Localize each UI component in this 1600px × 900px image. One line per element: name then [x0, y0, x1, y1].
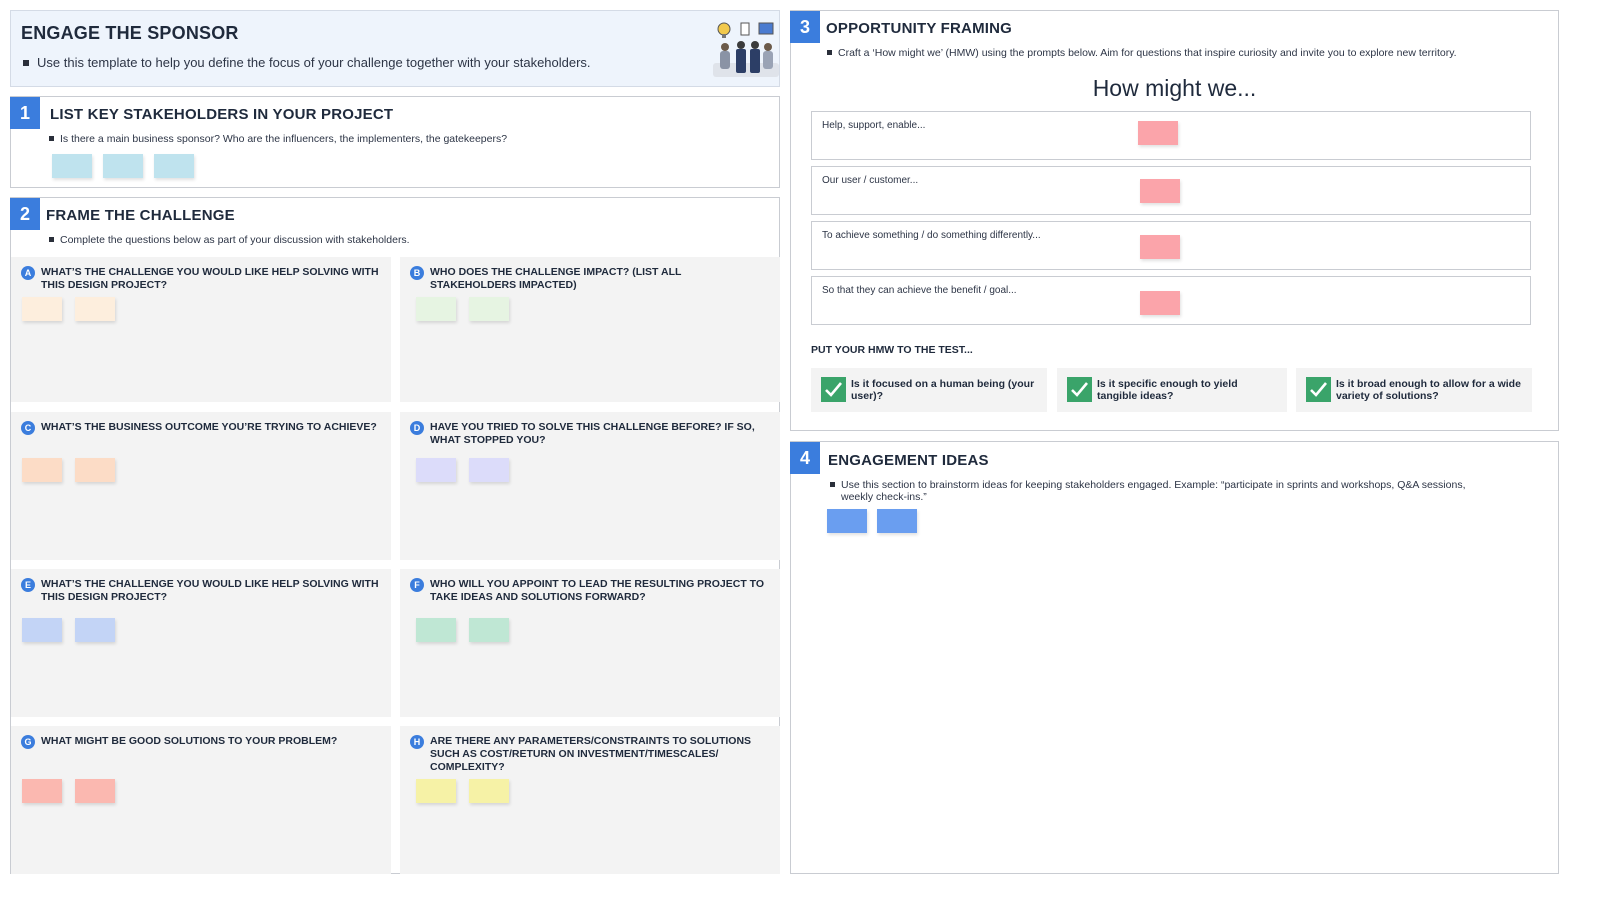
section-prompt-text: Complete the questions below as part of … [60, 234, 410, 246]
header-banner: ENGAGE THE SPONSOR Use this template to … [10, 10, 780, 87]
section-prompt: Use this section to brainstorm ideas for… [830, 479, 1470, 503]
sticky-note[interactable] [469, 779, 509, 803]
section-number-badge: 3 [790, 11, 820, 43]
checkmark-icon[interactable] [821, 377, 846, 402]
hmw-prompt-row: To achieve something / do something diff… [811, 221, 1531, 270]
question-text: WHAT’S THE BUSINESS OUTCOME YOU’RE TRYIN… [41, 421, 377, 433]
sticky-note[interactable] [827, 509, 867, 533]
sticky-note[interactable] [75, 297, 115, 321]
sticky-note[interactable] [22, 618, 62, 642]
sticky-note[interactable] [1140, 235, 1180, 259]
hmw-prompt-label: Our user / customer... [822, 175, 919, 186]
hmw-test-title: PUT YOUR HMW TO THE TEST... [811, 344, 973, 356]
frame-challenge-section: 2 FRAME THE CHALLENGE Complete the quest… [10, 197, 780, 874]
sticky-note[interactable] [416, 297, 456, 321]
checkmark-icon[interactable] [1306, 377, 1331, 402]
question-text: ARE THERE ANY PARAMETERS/CONSTRAINTS TO … [430, 735, 752, 773]
section-title: ENGAGEMENT IDEAS [828, 452, 989, 469]
question-card-h: H ARE THERE ANY PARAMETERS/CONSTRAINTS T… [400, 726, 780, 874]
hmw-test-card: Is it broad enough to allow for a wide v… [1296, 368, 1532, 412]
question-text: WHO DOES THE CHALLENGE IMPACT? (LIST ALL… [430, 266, 682, 291]
sticky-note[interactable] [52, 154, 92, 178]
sticky-note[interactable] [1140, 179, 1180, 203]
page-title: ENGAGE THE SPONSOR [21, 23, 239, 43]
bullet-icon [827, 50, 832, 55]
sticky-note[interactable] [469, 297, 509, 321]
question-letter-badge: G [21, 735, 35, 749]
section-title: FRAME THE CHALLENGE [46, 207, 235, 224]
hmw-prompt-row: So that they can achieve the benefit / g… [811, 276, 1531, 325]
hmw-heading: How might we... [1092, 75, 1257, 101]
sticky-note[interactable] [103, 154, 143, 178]
bullet-icon [49, 136, 54, 141]
hmw-prompt-row: Help, support, enable... [811, 111, 1531, 160]
sticky-note[interactable] [1138, 121, 1178, 145]
question-letter-badge: C [21, 421, 35, 435]
question-card-e: E WHAT’S THE CHALLENGE YOU WOULD LIKE HE… [11, 569, 391, 717]
section-prompt-text: Is there a main business sponsor? Who ar… [60, 133, 508, 145]
engagement-ideas-section: 4 ENGAGEMENT IDEAS Use this section to b… [790, 441, 1559, 874]
question-letter-badge: H [410, 735, 424, 749]
section-prompt-text: Use this section to brainstorm ideas for… [841, 479, 1466, 503]
section-prompt-text: Craft a ‘How might we’ (HMW) using the p… [838, 47, 1457, 59]
hmw-test-card: Is it specific enough to yield tangible … [1057, 368, 1287, 412]
section-number-badge: 1 [10, 97, 40, 129]
sticky-note[interactable] [877, 509, 917, 533]
section-number-badge: 4 [790, 442, 820, 474]
hmw-test-text: Is it specific enough to yield tangible … [1097, 378, 1238, 402]
sticky-note[interactable] [416, 618, 456, 642]
question-letter-badge: E [21, 578, 35, 592]
sticky-note[interactable] [75, 458, 115, 482]
sticky-note[interactable] [154, 154, 194, 178]
sticky-note[interactable] [75, 779, 115, 803]
question-letter-badge: F [410, 578, 424, 592]
question-text: WHAT’S THE CHALLENGE YOU WOULD LIKE HELP… [41, 578, 379, 603]
hmw-prompt-label: Help, support, enable... [822, 120, 926, 131]
sticky-note[interactable] [22, 297, 62, 321]
hmw-test-text: Is it focused on a human being (your use… [851, 378, 1035, 402]
question-card-f: F WHO WILL YOU APPOINT TO LEAD THE RESUL… [400, 569, 780, 717]
bullet-icon [49, 237, 54, 242]
page-subtitle: Use this template to help you define the… [23, 55, 591, 70]
question-text: WHAT MIGHT BE GOOD SOLUTIONS TO YOUR PRO… [41, 735, 338, 747]
section-prompt: Is there a main business sponsor? Who ar… [49, 133, 507, 145]
sticky-note[interactable] [416, 458, 456, 482]
sticky-note[interactable] [416, 779, 456, 803]
bullet-icon [23, 59, 29, 66]
sticky-note[interactable] [469, 618, 509, 642]
checkmark-icon[interactable] [1067, 377, 1092, 402]
question-letter-badge: D [410, 421, 424, 435]
sticky-note[interactable] [22, 458, 62, 482]
stakeholders-section: 1 LIST KEY STAKEHOLDERS IN YOUR PROJECT … [10, 96, 780, 188]
question-card-g: G WHAT MIGHT BE GOOD SOLUTIONS TO YOUR P… [11, 726, 391, 874]
sticky-note[interactable] [75, 618, 115, 642]
section-prompt: Craft a ‘How might we’ (HMW) using the p… [827, 47, 1457, 59]
question-text: WHAT’S THE CHALLENGE YOU WOULD LIKE HELP… [41, 266, 379, 291]
people-meeting-illustration [713, 22, 779, 77]
section-title: LIST KEY STAKEHOLDERS IN YOUR PROJECT [50, 106, 394, 123]
hmw-prompt-label: To achieve something / do something diff… [822, 230, 1041, 241]
opportunity-framing-section: 3 OPPORTUNITY FRAMING Craft a ‘How might… [790, 10, 1559, 431]
sticky-note[interactable] [22, 779, 62, 803]
question-card-a: A WHAT’S THE CHALLENGE YOU WOULD LIKE HE… [11, 257, 391, 402]
section-number-badge: 2 [10, 198, 40, 230]
question-card-c: C WHAT’S THE BUSINESS OUTCOME YOU’RE TRY… [11, 412, 391, 560]
bullet-icon [830, 482, 835, 487]
question-text: HAVE YOU TRIED TO SOLVE THIS CHALLENGE B… [430, 421, 755, 446]
section-title: OPPORTUNITY FRAMING [826, 20, 1013, 37]
hmw-test-card: Is it focused on a human being (your use… [811, 368, 1047, 412]
question-letter-badge: A [21, 266, 35, 280]
hmw-prompt-row: Our user / customer... [811, 166, 1531, 215]
question-letter-badge: B [410, 266, 424, 280]
sticky-note[interactable] [1140, 291, 1180, 315]
hmw-prompt-label: So that they can achieve the benefit / g… [822, 285, 1017, 296]
page-subtitle-text: Use this template to help you define the… [37, 55, 591, 70]
question-card-d: D HAVE YOU TRIED TO SOLVE THIS CHALLENGE… [400, 412, 780, 560]
question-card-b: B WHO DOES THE CHALLENGE IMPACT? (LIST A… [400, 257, 780, 402]
sticky-note[interactable] [469, 458, 509, 482]
section-prompt: Complete the questions below as part of … [49, 234, 410, 246]
question-text: WHO WILL YOU APPOINT TO LEAD THE RESULTI… [430, 578, 765, 603]
hmw-test-text: Is it broad enough to allow for a wide v… [1336, 378, 1521, 402]
